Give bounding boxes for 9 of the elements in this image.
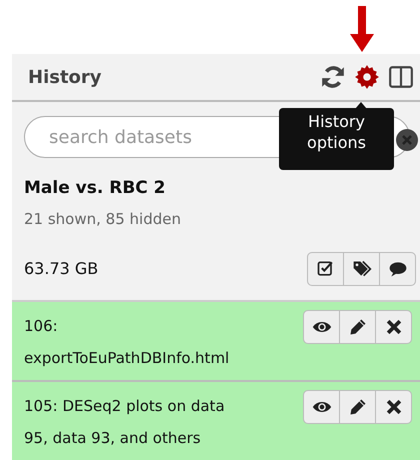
tooltip: History options <box>279 108 394 170</box>
dataset-row[interactable]: 106: exportToEuPathDBInfo.html <box>12 302 420 382</box>
history-size: 63.73 GB <box>24 258 100 280</box>
dataset-title: 106: exportToEuPathDBInfo.html <box>24 316 230 369</box>
panel-title: History <box>28 66 103 90</box>
history-name: Male vs. RBC 2 <box>24 177 167 200</box>
dataset-title: 105: DESeq2 plots on data 95, data 93, and others <box>24 396 226 449</box>
history-counts: 21 shown, 85 hidden <box>24 208 182 230</box>
dataset-row[interactable]: 105: DESeq2 plots on data 95, data 93, and others <box>12 382 420 460</box>
